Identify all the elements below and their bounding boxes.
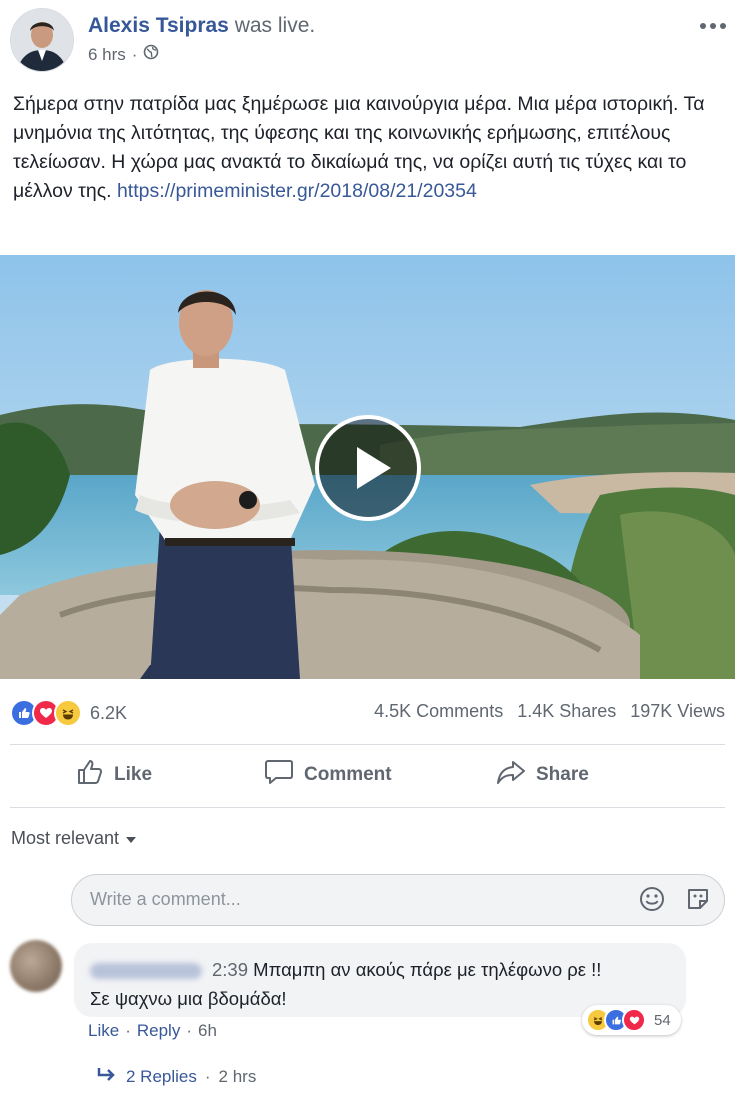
commenter-name-blurred[interactable]: [90, 963, 202, 980]
like-label: Like: [114, 764, 153, 785]
view-replies[interactable]: 2 Replies · 2 hrs: [96, 1066, 256, 1087]
comment-reaction-count: 54: [654, 1011, 671, 1029]
like-button[interactable]: Like: [76, 758, 152, 792]
divider: [10, 744, 725, 745]
comment-reactions[interactable]: 54: [582, 1005, 681, 1035]
replies-age: 2 hrs: [218, 1066, 257, 1086]
comment-age[interactable]: 6h: [198, 1021, 217, 1041]
engagement-stats: 4.5K Comments 1.4K Shares 197K Views: [374, 701, 725, 722]
post-meta: 6 hrs ·: [88, 44, 159, 65]
views-count: 197K Views: [630, 701, 725, 721]
emoji-icon[interactable]: [638, 885, 666, 913]
post-header: Alexis Tsipras was live.: [88, 14, 315, 38]
replies-dot: ·: [204, 1066, 211, 1086]
globe-icon[interactable]: [143, 44, 159, 65]
comment-action-dot: ·: [125, 1021, 131, 1040]
shares-count[interactable]: 1.4K Shares: [517, 701, 616, 722]
post-text: Σήμερα στην πατρίδα μας ξημέρωσε μια και…: [13, 90, 713, 206]
reply-arrow-icon: [96, 1066, 118, 1087]
play-icon: [357, 447, 391, 489]
post-status: was live.: [234, 14, 316, 37]
comment-media-time[interactable]: 2:39: [212, 959, 248, 980]
comment-label: Comment: [304, 764, 392, 785]
comment-input[interactable]: Write a comment...: [71, 874, 725, 926]
play-button[interactable]: [315, 415, 421, 521]
post-link[interactable]: https://primeminister.gr/2018/08/21/2035…: [117, 180, 477, 202]
comment-line-1: 2:39 Μπαμπη αν ακούς πάρε με τηλέφωνο ρε…: [90, 955, 670, 984]
meta-dot: ·: [131, 44, 138, 64]
comment-button[interactable]: Comment: [264, 758, 392, 792]
comments-count[interactable]: 4.5K Comments: [374, 701, 503, 722]
caret-down-icon: [125, 828, 137, 849]
divider: [10, 807, 725, 808]
speech-bubble-icon: [264, 758, 294, 792]
comment-actions: Like · Reply · 6h: [88, 1021, 217, 1041]
sort-label: Most relevant: [11, 828, 120, 848]
comment-action-dot: ·: [186, 1021, 192, 1040]
author-avatar[interactable]: [10, 8, 74, 72]
reactions-summary[interactable]: 6.2K: [10, 699, 127, 727]
thumbs-up-icon: [76, 758, 104, 792]
commenter-avatar[interactable]: [10, 940, 62, 992]
comment-text-line2: Σε ψαχνω μια βδομάδα!: [90, 988, 287, 1009]
share-arrow-icon: [496, 758, 526, 792]
sticker-icon[interactable]: [684, 885, 712, 913]
comment-text-line1: Μπαμπη αν ακούς πάρε με τηλέφωνο ρε !!: [253, 959, 602, 980]
comment-like-link[interactable]: Like: [88, 1021, 119, 1041]
post-timestamp[interactable]: 6 hrs: [88, 45, 126, 65]
current-user-avatar: [10, 874, 60, 924]
haha-reaction-icon: [54, 699, 82, 727]
comment-reply-link[interactable]: Reply: [137, 1021, 180, 1041]
share-button[interactable]: Share: [496, 758, 589, 792]
share-label: Share: [536, 764, 589, 785]
author-name[interactable]: Alexis Tsipras: [88, 14, 229, 37]
love-reaction-icon: [622, 1008, 646, 1032]
replies-link[interactable]: 2 Replies: [126, 1067, 197, 1087]
comment-sort-dropdown[interactable]: Most relevant: [11, 828, 137, 849]
more-options-icon[interactable]: [699, 10, 727, 36]
reactions-count: 6.2K: [90, 702, 128, 723]
comment-input-placeholder: Write a comment...: [90, 889, 241, 909]
